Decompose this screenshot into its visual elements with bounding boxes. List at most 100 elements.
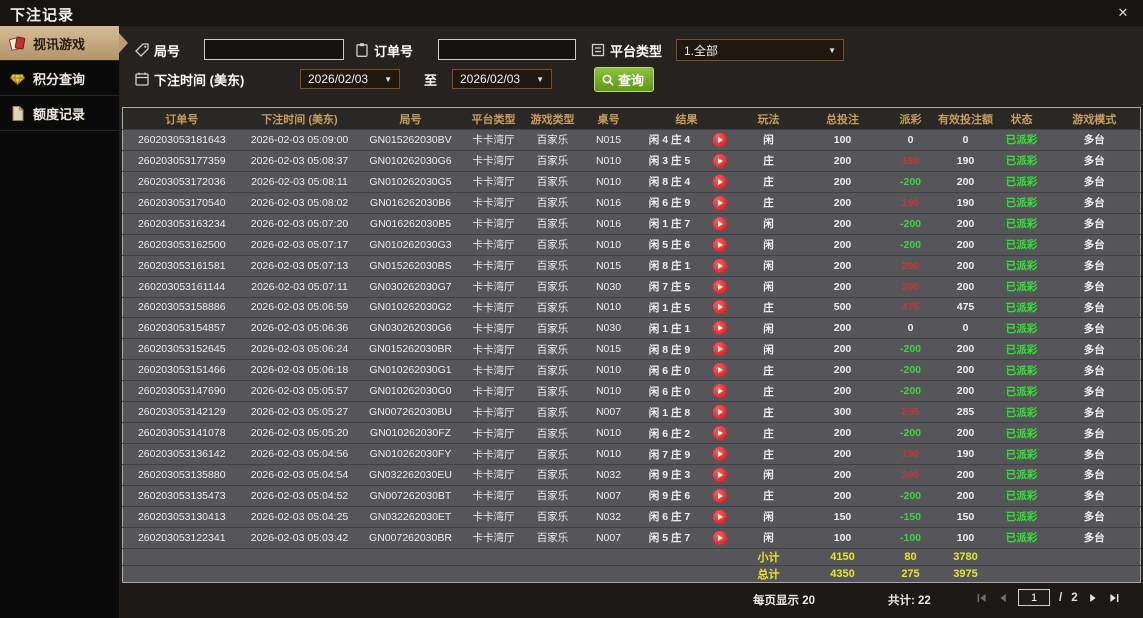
play-video-button[interactable] — [712, 426, 727, 441]
cell-play — [703, 213, 737, 234]
play-video-button[interactable] — [712, 384, 727, 399]
date-to-select[interactable]: 2026/02/03 ▼ — [452, 69, 552, 89]
order-number-input[interactable] — [438, 39, 576, 60]
play-video-button[interactable] — [712, 488, 727, 503]
header-bet-time: 下注时间 (美东) — [261, 113, 338, 126]
cell-order-number: 260203053147690 — [137, 385, 226, 398]
first-page-icon[interactable] — [976, 592, 988, 604]
play-video-button[interactable] — [712, 216, 727, 231]
cell-play — [703, 485, 737, 506]
play-video-button[interactable] — [712, 530, 727, 545]
cell-play — [703, 360, 737, 381]
play-icon — [718, 136, 723, 143]
cell-order-number: 260203053151466 — [137, 364, 226, 377]
platform-type-select[interactable]: 1.全部 ▼ — [676, 39, 844, 61]
last-page-icon[interactable] — [1108, 592, 1120, 604]
table-row: 260203053135473 2026-02-03 05:04:52 GN00… — [122, 485, 1141, 507]
date-from-select[interactable]: 2026/02/03 ▼ — [300, 69, 400, 89]
cell-table-number: N010 — [595, 364, 622, 377]
play-video-button[interactable] — [712, 363, 727, 378]
sidebar-item-quota-records[interactable]: 额度记录 — [0, 96, 119, 131]
table-header-row: 订单号 下注时间 (美东) 局号 平台类型 游戏类型 桌号 结果 玩法 总投注 … — [122, 107, 1141, 130]
cell-game-type: 百家乐 — [536, 176, 569, 189]
table-row: 260203053154857 2026-02-03 05:06:36 GN03… — [122, 317, 1141, 339]
cell-bet-time: 2026-02-03 05:09:00 — [250, 133, 349, 146]
cell-order-number: 260203053177359 — [137, 154, 226, 167]
play-video-button[interactable] — [712, 174, 727, 189]
header-round: 局号 — [399, 113, 422, 126]
cell-result: 闲 7 庄 5 — [648, 281, 691, 294]
next-page-icon[interactable] — [1087, 592, 1099, 604]
cell-game-mode: 多台 — [1083, 260, 1105, 273]
page-number-input[interactable] — [1018, 589, 1050, 606]
cell-total-bet: 200 — [833, 217, 852, 230]
cell-play — [703, 527, 737, 548]
play-video-button[interactable] — [712, 279, 727, 294]
cell-platform: 卡卡湾厅 — [472, 490, 515, 503]
cell-bet-time: 2026-02-03 05:06:18 — [250, 364, 349, 377]
cell-platform: 卡卡湾厅 — [472, 281, 515, 294]
cell-bet-time: 2026-02-03 05:05:57 — [250, 385, 349, 398]
cell-round-number: GN016262030B5 — [369, 217, 452, 230]
cell-play-type: 庄 — [763, 364, 774, 377]
sidebar-item-label: 视讯游戏 — [33, 36, 86, 52]
play-icon — [718, 262, 723, 269]
prev-page-icon[interactable] — [997, 592, 1009, 604]
date-from-value: 2026/02/03 — [308, 72, 369, 86]
cell-platform: 卡卡湾厅 — [472, 218, 515, 231]
play-video-button[interactable] — [712, 509, 727, 524]
cell-game-type: 百家乐 — [536, 511, 569, 524]
cell-status: 已派彩 — [1005, 197, 1038, 210]
total-count-label: 共计: 22 — [888, 595, 931, 607]
cell-valid-bet: 190 — [956, 196, 975, 209]
cell-payout: -150 — [899, 510, 921, 523]
cell-total-bet: 200 — [833, 322, 852, 335]
cell-total-bet: 200 — [833, 468, 852, 481]
page-count: 2 — [1071, 591, 1078, 604]
play-icon — [718, 388, 723, 395]
play-icon — [718, 346, 723, 353]
search-button[interactable]: 查询 — [594, 67, 655, 92]
play-video-button[interactable] — [712, 300, 727, 315]
cell-bet-time: 2026-02-03 05:07:17 — [250, 238, 349, 251]
table-row: 260203053161144 2026-02-03 05:07:11 GN03… — [122, 276, 1141, 297]
play-video-button[interactable] — [712, 467, 727, 482]
cell-bet-time: 2026-02-03 05:04:56 — [250, 448, 349, 461]
play-video-button[interactable] — [712, 447, 727, 462]
cell-game-type: 百家乐 — [536, 448, 569, 461]
close-icon[interactable]: ✕ — [1115, 5, 1131, 21]
cell-total-bet: 200 — [833, 343, 852, 356]
cell-game-type: 百家乐 — [536, 134, 569, 147]
cell-total-bet: 200 — [833, 385, 852, 398]
play-video-button[interactable] — [712, 153, 727, 168]
play-video-button[interactable] — [712, 195, 727, 210]
round-number-input[interactable] — [204, 39, 344, 60]
play-video-button[interactable] — [712, 132, 727, 147]
sidebar-item-points-query[interactable]: 积分查询 — [0, 61, 119, 96]
cell-result: 闲 1 庄 5 — [648, 301, 691, 314]
cell-total-bet: 200 — [833, 489, 852, 502]
cell-order-number: 260203053122341 — [137, 531, 226, 544]
cell-status: 已派彩 — [1005, 385, 1038, 398]
play-video-button[interactable] — [712, 321, 727, 336]
cell-status: 已派彩 — [1005, 155, 1038, 168]
play-video-button[interactable] — [712, 258, 727, 273]
cell-play-type: 庄 — [763, 490, 774, 503]
cell-order-number: 260203053130413 — [137, 510, 226, 523]
table-row: 260203053135880 2026-02-03 05:04:54 GN03… — [122, 464, 1141, 486]
cell-game-mode: 多台 — [1083, 385, 1105, 398]
table-row: 260203053136142 2026-02-03 05:04:56 GN01… — [122, 443, 1141, 465]
header-platform: 平台类型 — [471, 113, 516, 126]
cell-table-number: N010 — [595, 448, 622, 461]
table-row: 260203053158886 2026-02-03 05:06:59 GN01… — [122, 297, 1141, 318]
cell-game-type: 百家乐 — [536, 239, 569, 252]
play-video-button[interactable] — [712, 405, 727, 420]
cell-game-mode: 多台 — [1083, 239, 1105, 252]
play-video-button[interactable] — [712, 342, 727, 357]
cell-valid-bet: 285 — [956, 406, 975, 419]
play-video-button[interactable] — [712, 237, 727, 252]
cell-total-bet: 500 — [833, 301, 852, 314]
cell-play-type: 庄 — [763, 385, 774, 398]
sidebar-item-video-games[interactable]: 视讯游戏 — [0, 26, 128, 61]
cell-payout: -200 — [899, 343, 921, 356]
